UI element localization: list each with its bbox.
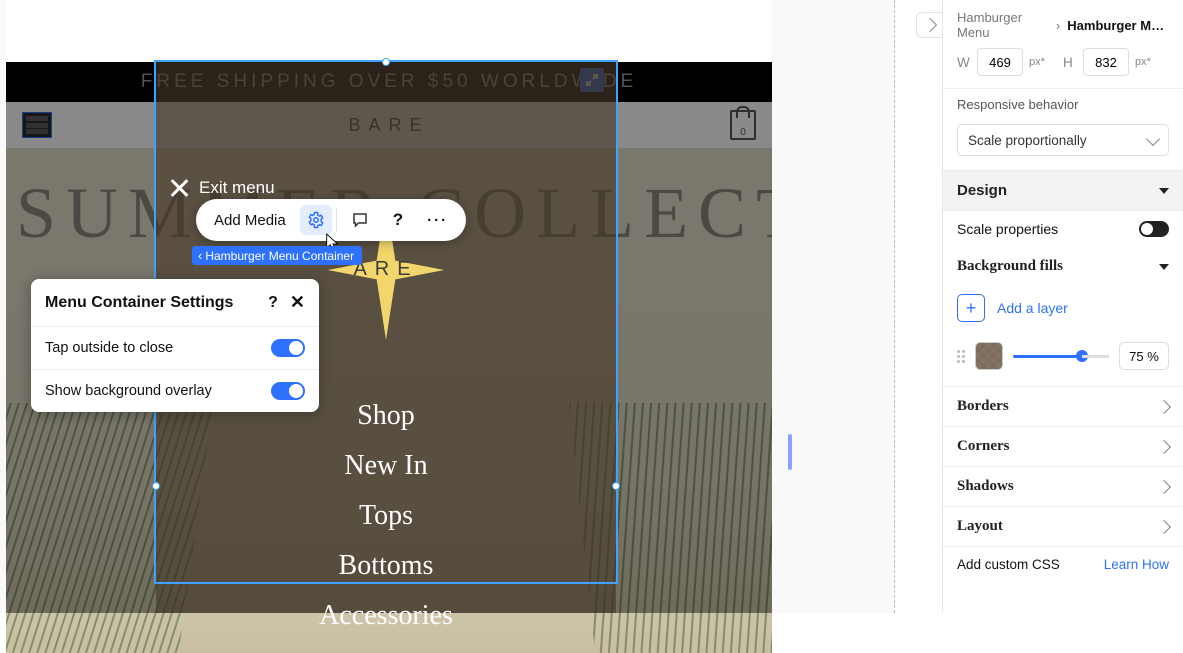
menu-item-shop[interactable]: Shop xyxy=(357,400,415,432)
exit-menu-label: Exit menu xyxy=(199,178,275,198)
triangle-down-icon xyxy=(1159,264,1169,270)
setting-bg-overlay: Show background overlay xyxy=(31,369,319,412)
menu-item-tops[interactable]: Tops xyxy=(359,500,413,532)
opacity-value[interactable]: 75 % xyxy=(1119,342,1169,370)
width-group: W px* xyxy=(957,48,1063,76)
inspector-panel: Hamburger Menu › Hamburger Men… W px* H … xyxy=(942,0,1183,613)
editor-stage: FREE SHIPPING OVER $50 WORLDWIDE BARE 0 … xyxy=(0,0,895,613)
triangle-down-icon xyxy=(1159,188,1169,194)
custom-css-label: Add custom CSS xyxy=(957,557,1060,572)
scale-properties-row: Scale properties xyxy=(943,211,1183,247)
popover-title: Menu Container Settings xyxy=(45,294,233,312)
popover-help-icon[interactable]: ? xyxy=(268,294,278,312)
bg-fills-title: Background fills xyxy=(957,258,1063,275)
corners-section[interactable]: Corners xyxy=(943,426,1183,466)
height-input[interactable] xyxy=(1083,48,1129,76)
add-layer-button[interactable]: + xyxy=(957,294,985,322)
chevron-right-icon xyxy=(1157,439,1171,453)
responsive-label: Responsive behavior xyxy=(943,88,1183,118)
fill-layer-row: 75 % xyxy=(943,336,1183,386)
help-button[interactable]: ? xyxy=(383,205,413,235)
toggle-tap-outside[interactable] xyxy=(271,339,305,357)
stage-guide xyxy=(894,0,895,613)
menu-item-accessories[interactable]: Accessories xyxy=(319,600,453,632)
scale-properties-toggle[interactable] xyxy=(1139,221,1169,237)
slider-knob[interactable] xyxy=(1076,350,1088,362)
corners-label: Corners xyxy=(957,438,1010,455)
close-icon[interactable] xyxy=(169,178,189,198)
cart-icon[interactable]: 0 xyxy=(730,110,756,140)
selection-tag-label: Hamburger Menu Container xyxy=(205,249,354,263)
scale-properties-label: Scale properties xyxy=(957,221,1058,237)
hamburger-icon[interactable] xyxy=(22,112,52,138)
custom-css-row: Add custom CSS Learn How xyxy=(943,546,1183,572)
exit-menu-row[interactable]: Exit menu xyxy=(169,178,275,198)
breadcrumb: Hamburger Menu › Hamburger Men… xyxy=(943,0,1183,40)
borders-label: Borders xyxy=(957,398,1009,415)
add-media-button[interactable]: Add Media xyxy=(204,205,296,235)
popover-header: Menu Container Settings ? ✕ xyxy=(31,279,319,326)
device-frame: FREE SHIPPING OVER $50 WORLDWIDE BARE 0 … xyxy=(6,0,772,613)
height-group: H px* xyxy=(1063,48,1169,76)
menu-item-bottoms[interactable]: Bottoms xyxy=(339,550,434,582)
chevron-right-icon xyxy=(922,18,936,32)
drag-grip-icon[interactable] xyxy=(957,350,965,363)
opacity-slider[interactable] xyxy=(1013,355,1109,358)
layout-label: Layout xyxy=(957,518,1003,535)
setting-tap-outside: Tap outside to close xyxy=(31,326,319,369)
menu-container-settings-popover: Menu Container Settings ? ✕ Tap outside … xyxy=(31,279,319,412)
add-layer-link[interactable]: Add a layer xyxy=(997,300,1068,316)
toolbar-sep xyxy=(336,208,337,232)
popover-close-icon[interactable]: ✕ xyxy=(290,292,305,313)
menu-items: Shop New In Tops Bottoms Accessories xyxy=(319,400,453,632)
fill-color-swatch[interactable] xyxy=(975,342,1003,370)
shadows-section[interactable]: Shadows xyxy=(943,466,1183,506)
settings-button[interactable] xyxy=(300,205,332,235)
add-layer-row: + Add a layer xyxy=(943,286,1183,336)
layout-section[interactable]: Layout xyxy=(943,506,1183,546)
more-button[interactable]: ··· xyxy=(417,205,458,235)
height-label: H xyxy=(1063,55,1077,70)
height-unit: px* xyxy=(1135,56,1151,68)
width-input[interactable] xyxy=(977,48,1023,76)
chevron-down-icon xyxy=(1146,131,1160,145)
borders-section[interactable]: Borders xyxy=(943,386,1183,426)
design-section-label: Design xyxy=(957,182,1007,199)
chevron-right-icon xyxy=(1157,519,1171,533)
width-label: W xyxy=(957,55,971,70)
responsive-value: Scale proportionally xyxy=(968,133,1087,148)
learn-how-link[interactable]: Learn How xyxy=(1104,557,1169,572)
breadcrumb-parent[interactable]: Hamburger Menu xyxy=(957,10,1049,40)
setting-bg-overlay-label: Show background overlay xyxy=(45,383,212,399)
comment-button[interactable] xyxy=(341,205,379,235)
setting-tap-outside-label: Tap outside to close xyxy=(45,340,173,356)
size-row: W px* H px* xyxy=(943,40,1183,88)
menu-item-new-in[interactable]: New In xyxy=(344,450,427,482)
chevron-right-icon xyxy=(1157,479,1171,493)
design-section[interactable]: Design xyxy=(943,170,1183,211)
device-resize-handle[interactable] xyxy=(788,434,792,470)
device-top-gap xyxy=(6,0,772,62)
breadcrumb-sep: › xyxy=(1056,18,1060,33)
responsive-select[interactable]: Scale proportionally xyxy=(957,124,1169,156)
add-media-label: Add Media xyxy=(214,212,286,229)
overlay-brand-fragment: ARE xyxy=(353,258,418,281)
breadcrumb-current: Hamburger Men… xyxy=(1067,18,1169,33)
collapse-panel-button[interactable] xyxy=(916,12,942,38)
selection-tag[interactable]: Hamburger Menu Container xyxy=(192,246,362,265)
chevron-right-icon xyxy=(1157,399,1171,413)
cart-count: 0 xyxy=(740,127,746,138)
shadows-label: Shadows xyxy=(957,478,1014,495)
width-unit: px* xyxy=(1029,56,1045,68)
bg-fills-section[interactable]: Background fills xyxy=(943,247,1183,286)
toggle-bg-overlay[interactable] xyxy=(271,382,305,400)
